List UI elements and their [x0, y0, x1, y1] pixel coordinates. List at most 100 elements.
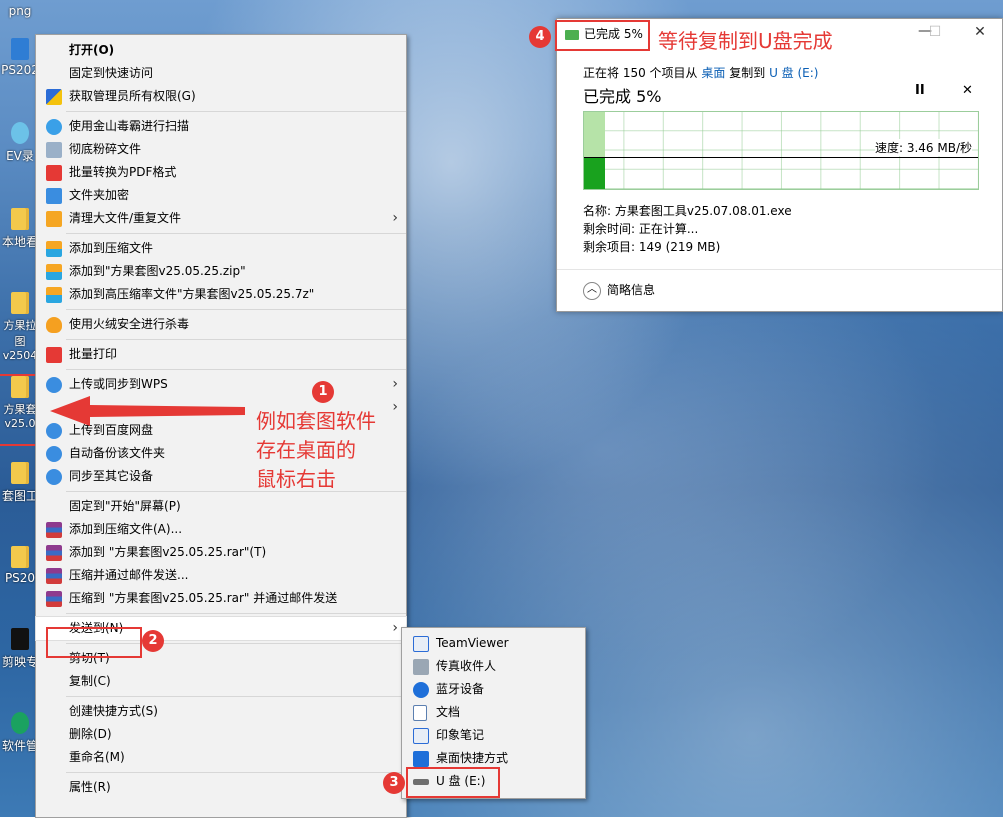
- menu-separator: [66, 696, 406, 697]
- desktop-icon-png[interactable]: png: [0, 4, 40, 18]
- menu-item-kingsoft-scan[interactable]: 使用金山毒霸进行扫描: [36, 115, 406, 138]
- menu-item-delete[interactable]: 删除(D): [36, 723, 406, 746]
- folder-icon: [11, 208, 29, 230]
- menu-separator: [66, 111, 406, 112]
- menu-separator: [66, 613, 406, 614]
- menu-item-label: 添加到高压缩率文件"方果套图v25.05.25.7z": [69, 287, 315, 301]
- less-details-toggle[interactable]: ︿ 简略信息: [583, 281, 655, 300]
- teamviewer-icon: [413, 636, 429, 652]
- menu-separator: [66, 772, 406, 773]
- send-to-evernote[interactable]: 印象笔记: [402, 724, 585, 747]
- menu-separator: [66, 491, 406, 492]
- menu-item-take-ownership[interactable]: 获取管理员所有权限(G): [36, 85, 406, 108]
- menu-item-to-pdf[interactable]: 批量转换为PDF格式: [36, 161, 406, 184]
- desktop-icon-ps[interactable]: PS202: [0, 38, 40, 77]
- desktop-icon-fangguo-taotu[interactable]: 方果套 v25.0: [0, 374, 42, 446]
- menu-item-pin-start[interactable]: 固定到"开始"屏幕(P): [36, 495, 406, 518]
- speed-line: [584, 157, 978, 158]
- send-to-teamviewer[interactable]: TeamViewer: [402, 632, 585, 655]
- archive-icon: [46, 264, 62, 280]
- close-window-button[interactable]: ✕: [970, 24, 990, 40]
- menu-item-rar-named-email[interactable]: 压缩到 "方果套图v25.05.25.rar" 并通过邮件发送: [36, 587, 406, 610]
- winrar-icon: [46, 522, 62, 538]
- menu-item-add-archive[interactable]: 添加到压缩文件: [36, 237, 406, 260]
- desktop-icon-label: PS20: [4, 571, 36, 585]
- menu-item-add-7z[interactable]: 添加到高压缩率文件"方果套图v25.05.25.7z": [36, 283, 406, 306]
- menu-item-label: 固定到"开始"屏幕(P): [69, 499, 181, 513]
- app-icon: [11, 38, 29, 60]
- desktop-icon-ev[interactable]: EV录: [0, 122, 40, 164]
- desktop-icon-local[interactable]: 本地看: [0, 208, 40, 250]
- copy-text-mid: 复制到: [729, 66, 766, 80]
- send-to-documents[interactable]: 文档: [402, 701, 585, 724]
- desktop-icon-label: 方果套 v25.0: [3, 403, 37, 430]
- menu-item-properties[interactable]: 属性(R): [36, 776, 406, 799]
- menu-item-upload-wps[interactable]: 上传或同步到WPS ›: [36, 373, 406, 396]
- evernote-icon: [413, 728, 429, 744]
- items-remaining: 剩余项目: 149 (219 MB): [583, 240, 721, 254]
- shield-icon: [46, 89, 62, 105]
- menu-separator: [66, 339, 406, 340]
- menu-item-label: 压缩并通过邮件发送...: [69, 568, 189, 582]
- folder-icon: [11, 462, 29, 484]
- desktop-icon-fangguo-la[interactable]: 方果拉图 v2504: [0, 292, 40, 362]
- menu-item-add-zip[interactable]: 添加到"方果套图v25.05.25.zip": [36, 260, 406, 283]
- speed-label: 速度: 3.46 MB/秒: [874, 139, 972, 156]
- annotation-arrow: [50, 396, 245, 426]
- pdf-icon: [46, 165, 62, 181]
- chevron-right-icon: ›: [392, 399, 398, 415]
- send-to-bluetooth[interactable]: 蓝牙设备: [402, 678, 585, 701]
- submenu-item-label: 桌面快捷方式: [436, 751, 509, 765]
- menu-item-rar-add[interactable]: 添加到压缩文件(A)...: [36, 518, 406, 541]
- source-link[interactable]: 桌面: [701, 66, 725, 80]
- submenu-item-label: 蓝牙设备: [436, 682, 485, 696]
- menu-item-create-shortcut[interactable]: 创建快捷方式(S): [36, 700, 406, 723]
- menu-item-label: 文件夹加密: [69, 188, 130, 202]
- menu-item-label: 属性(R): [69, 780, 111, 794]
- desktop-icon: [413, 751, 429, 767]
- annotation-note-1-line-3: 鼠标右击: [256, 467, 336, 491]
- submenu-item-label: TeamViewer: [436, 636, 509, 650]
- desktop-icon-label: 方果拉图 v2504: [2, 319, 38, 362]
- desktop-icon-software[interactable]: 软件管: [0, 712, 40, 754]
- annotation-note-1-line-2: 存在桌面的: [256, 438, 356, 462]
- menu-item-copy[interactable]: 复制(C): [36, 670, 406, 693]
- desktop-icon-ps20[interactable]: PS20: [0, 546, 40, 585]
- desktop-icon-label: 剪映专: [1, 655, 38, 669]
- chevron-up-icon: ︿: [583, 281, 601, 300]
- maximize-button[interactable]: ☐: [925, 24, 945, 40]
- menu-item-rename[interactable]: 重命名(M): [36, 746, 406, 769]
- menu-item-label: 添加到压缩文件: [69, 241, 154, 255]
- menu-item-clean[interactable]: 清理大文件/重复文件 ›: [36, 207, 406, 230]
- transfer-graph: 速度: 3.46 MB/秒: [583, 111, 979, 190]
- menu-item-encrypt[interactable]: 文件夹加密: [36, 184, 406, 207]
- menu-item-batch-print[interactable]: 批量打印: [36, 343, 406, 366]
- send-to-fax[interactable]: 传真收件人: [402, 655, 585, 678]
- annotation-box-progress: [555, 20, 650, 51]
- copy-text-prefix: 正在将 150 个项目从: [583, 66, 698, 80]
- cancel-copy-button[interactable]: ✕: [962, 83, 973, 98]
- folder-icon: [11, 376, 29, 398]
- menu-separator: [66, 233, 406, 234]
- menu-item-rar-add-named[interactable]: 添加到 "方果套图v25.05.25.rar"(T): [36, 541, 406, 564]
- folder-icon: [11, 292, 29, 314]
- desktop-icon-label: PS202: [1, 63, 39, 77]
- menu-item-label: 清理大文件/重复文件: [69, 211, 182, 225]
- menu-item-pin-quick-access[interactable]: 固定到快速访问: [36, 62, 406, 85]
- pause-button[interactable]: II: [915, 83, 925, 98]
- folder-icon: [11, 546, 29, 568]
- annotation-badge-2: 2: [142, 630, 164, 652]
- desktop-icon-taotu[interactable]: 套图工: [0, 462, 40, 504]
- desktop-icon-jianying[interactable]: 剪映专: [0, 628, 40, 670]
- menu-item-open[interactable]: 打开(O): [36, 39, 406, 62]
- menu-item-sync[interactable]: 同步至其它设备: [36, 465, 406, 488]
- winrar-icon: [46, 568, 62, 584]
- menu-item-shred[interactable]: 彻底粉碎文件: [36, 138, 406, 161]
- sync-icon: [46, 469, 62, 485]
- chevron-right-icon: ›: [392, 376, 398, 392]
- menu-item-huorong[interactable]: 使用火绒安全进行杀毒: [36, 313, 406, 336]
- menu-item-rar-email[interactable]: 压缩并通过邮件发送...: [36, 564, 406, 587]
- fax-icon: [413, 659, 429, 675]
- flame-icon: [46, 317, 62, 333]
- destination-link[interactable]: U 盘 (E:): [769, 66, 818, 80]
